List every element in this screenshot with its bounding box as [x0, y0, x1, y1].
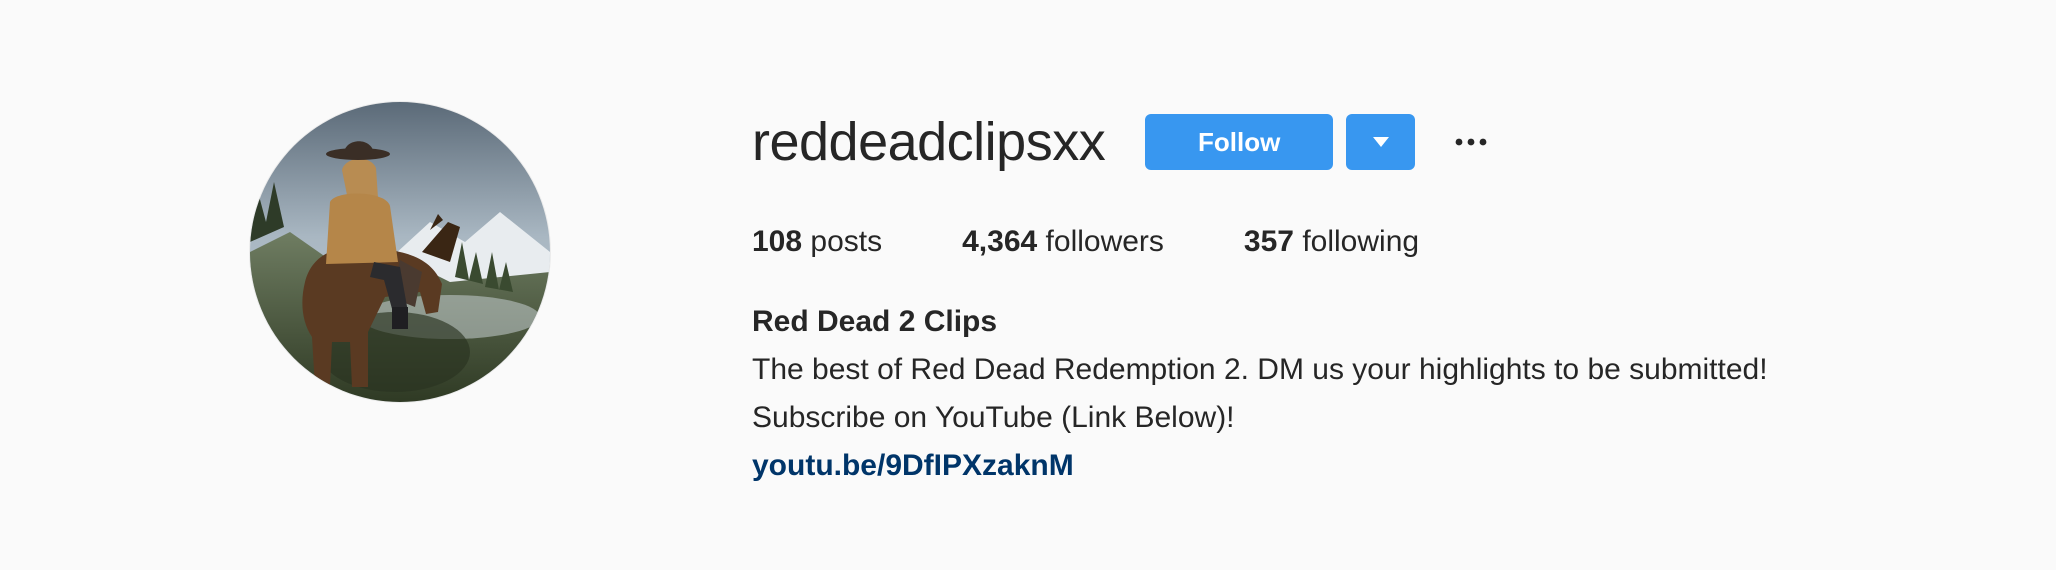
- profile-avatar[interactable]: [250, 102, 550, 402]
- follow-button[interactable]: Follow: [1145, 114, 1334, 170]
- profile-title-row: reddeadclipsxx Follow: [752, 110, 1952, 174]
- followers-label: followers: [1045, 225, 1164, 258]
- posts-count: 108: [752, 225, 803, 258]
- bio-line-1: The best of Red Dead Redemption 2. DM us…: [752, 353, 1768, 386]
- profile-username: reddeadclipsxx: [752, 112, 1106, 172]
- following-label: following: [1302, 225, 1420, 258]
- bio-name: Red Dead 2 Clips: [752, 305, 998, 338]
- avatar-image: [250, 102, 550, 402]
- profile-info: reddeadclipsxx Follow 108 posts 4,364 fo…: [752, 110, 1952, 490]
- following-count: 357: [1243, 225, 1294, 258]
- ellipsis-icon: [1455, 138, 1487, 146]
- posts-label: posts: [810, 225, 883, 258]
- profile-bio: Red Dead 2 Clips The best of Red Dead Re…: [752, 298, 1952, 490]
- following-stat[interactable]: 357 following: [1244, 222, 1419, 262]
- more-options-button[interactable]: [1449, 114, 1493, 170]
- caret-down-icon: [1372, 137, 1389, 147]
- followers-count: 4,364: [962, 225, 1038, 258]
- profile-header: reddeadclipsxx Follow 108 posts 4,364 fo…: [0, 0, 2056, 570]
- bio-link[interactable]: youtu.be/9DfIPXzaknM: [752, 442, 1074, 490]
- followers-stat[interactable]: 4,364 followers: [962, 222, 1164, 262]
- bio-line-2: Subscribe on YouTube (Link Below)!: [752, 401, 1235, 434]
- profile-stats: 108 posts 4,364 followers 357 following: [752, 222, 1952, 262]
- follow-dropdown-button[interactable]: [1346, 114, 1416, 170]
- posts-stat: 108 posts: [752, 222, 882, 262]
